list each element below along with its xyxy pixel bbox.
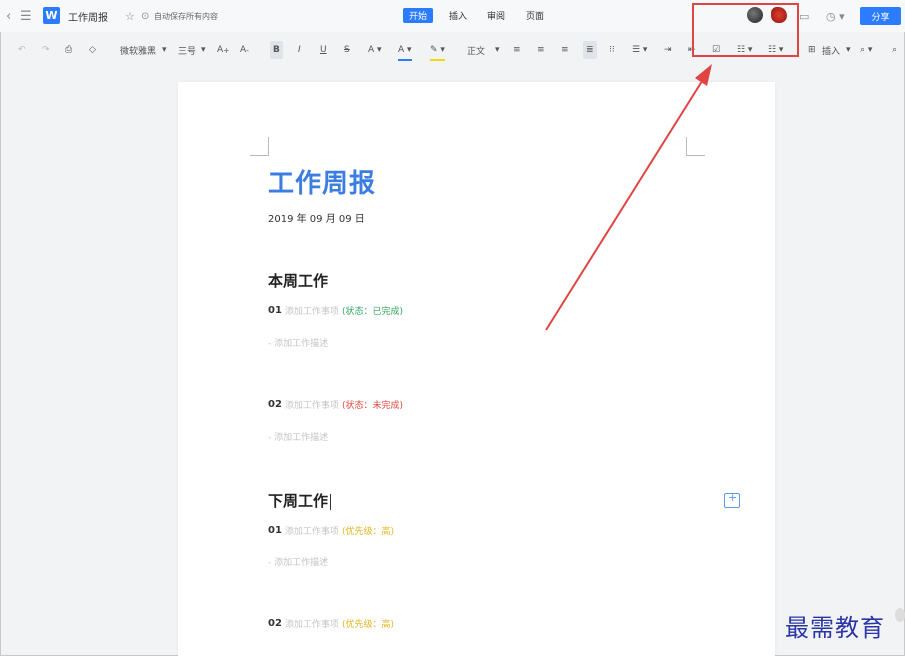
margin-corner-marker	[686, 137, 705, 156]
doc-title[interactable]: 工作周报	[68, 0, 108, 32]
text-effect-icon[interactable]: A ▾	[368, 41, 382, 59]
paragraph-style-select[interactable]: 正文	[467, 41, 485, 59]
item-number: 02	[268, 618, 282, 629]
section-heading-next-week[interactable]: 下周工作	[268, 490, 332, 511]
item-number: 02	[268, 399, 282, 410]
align-right-icon[interactable]: ≡	[561, 41, 569, 59]
back-icon[interactable]: ‹	[6, 0, 11, 32]
find-replace-icon[interactable]: ⌕ ▾	[860, 41, 872, 59]
work-item[interactable]: 02 添加工作事项 (状态：未完成)	[268, 398, 403, 411]
format-painter-icon[interactable]: ⎙	[65, 41, 72, 59]
highlight-icon[interactable]: ✎ ▾	[430, 41, 445, 61]
add-comment-icon[interactable]	[724, 491, 740, 508]
work-item[interactable]: 01 添加工作事项 (状态：已完成)	[268, 304, 403, 317]
item-description[interactable]: - 添加工作描述	[268, 555, 328, 568]
annotation-highlight-box	[692, 3, 799, 57]
bold-icon[interactable]: B	[270, 41, 283, 59]
clear-format-icon[interactable]: ◇	[89, 41, 96, 59]
document-date[interactable]: 2019 年 09 月 09 日	[268, 210, 365, 225]
insert-icon[interactable]: ⊞	[808, 41, 816, 59]
italic-icon[interactable]: I	[298, 41, 301, 59]
margin-corner-marker	[250, 137, 269, 156]
item-placeholder: 添加工作事项	[284, 401, 339, 411]
item-description[interactable]: - 添加工作描述	[268, 336, 328, 349]
align-center-icon[interactable]: ≡	[537, 41, 545, 59]
tab-start[interactable]: 开始	[403, 8, 434, 23]
item-description[interactable]: - 添加工作描述	[268, 430, 328, 443]
view-icon[interactable]: ▭	[799, 0, 809, 32]
indent-icon[interactable]: ⇥	[664, 41, 672, 59]
save-status-icon: ⊙	[141, 10, 150, 22]
distributed-icon[interactable]: ⁝⁝	[609, 41, 615, 59]
work-item[interactable]: 01 添加工作事项 (优先级：高)	[268, 524, 394, 537]
font-shrink-icon[interactable]: A-	[240, 41, 249, 59]
font-color-icon[interactable]: A ▾	[398, 41, 412, 61]
search-icon[interactable]: ⌕	[892, 41, 897, 59]
share-button[interactable]: 分享	[860, 7, 901, 25]
watermark-text: 最需教育	[785, 614, 885, 642]
tab-page[interactable]: 页面	[520, 8, 550, 23]
history-icon[interactable]: ◷ ▾	[826, 0, 845, 32]
tab-insert[interactable]: 插入	[443, 8, 473, 23]
item-placeholder: 添加工作事项	[284, 307, 339, 317]
insert-button[interactable]: 插入	[822, 41, 840, 59]
font-family-select[interactable]: 微软雅黑	[120, 41, 156, 59]
work-item[interactable]: 02 添加工作事项 (优先级：高)	[268, 617, 394, 630]
item-number: 01	[268, 305, 282, 316]
save-status-text: 自动保存所有内容	[154, 11, 218, 21]
document-page[interactable]: 工作周报 2019 年 09 月 09 日 本周工作 01 添加工作事项 (状态…	[178, 82, 775, 656]
undo-icon[interactable]: ↶	[18, 41, 26, 59]
priority-label: (优先级：高)	[341, 620, 394, 630]
chevron-down-icon[interactable]: ▾	[201, 41, 206, 59]
tab-review[interactable]: 审阅	[481, 8, 511, 23]
line-spacing-icon[interactable]: ☰ ▾	[632, 41, 647, 59]
status-label: (状态：已完成)	[341, 307, 403, 317]
chevron-down-icon[interactable]: ▾	[162, 41, 167, 59]
item-placeholder: 添加工作事项	[284, 527, 339, 537]
section-heading-this-week[interactable]: 本周工作	[268, 270, 328, 291]
align-justify-icon[interactable]: ≣	[583, 41, 597, 59]
strikethrough-icon[interactable]: S	[344, 41, 350, 59]
chevron-down-icon[interactable]: ▾	[846, 41, 851, 59]
watermark-badge-icon	[895, 608, 905, 622]
section-heading-text: 下周工作	[268, 492, 329, 510]
text-cursor	[330, 493, 332, 510]
app-logo: W	[43, 7, 60, 24]
font-grow-icon[interactable]: A +	[217, 41, 229, 59]
document-heading[interactable]: 工作周报	[268, 163, 376, 200]
item-number: 01	[268, 525, 282, 536]
redo-icon[interactable]: ↷	[42, 41, 50, 59]
align-left-icon[interactable]: ≡	[513, 41, 521, 59]
status-label: (状态：未完成)	[341, 401, 403, 411]
star-icon[interactable]: ☆	[125, 0, 135, 32]
priority-label: (优先级：高)	[341, 527, 394, 537]
underline-icon[interactable]: U	[320, 41, 327, 59]
font-size-select[interactable]: 三号	[178, 41, 196, 59]
hamburger-icon[interactable]: ☰	[20, 0, 32, 32]
item-placeholder: 添加工作事项	[284, 620, 339, 630]
chevron-down-icon[interactable]: ▾	[495, 41, 500, 59]
